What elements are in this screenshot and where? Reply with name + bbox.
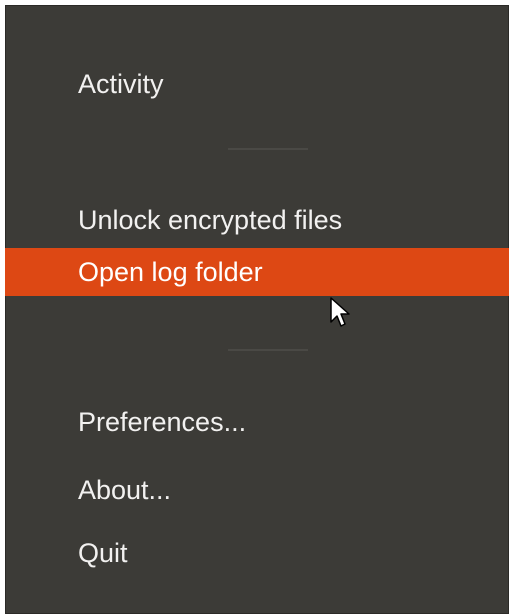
menu-item-activity[interactable]: Activity	[5, 60, 509, 108]
menu-item-label: Preferences...	[78, 406, 247, 437]
menu-item-label: Quit	[78, 537, 128, 568]
menu-separator	[228, 349, 308, 351]
menu-item-open-log-folder[interactable]: Open log folder	[5, 248, 509, 296]
menu-item-quit[interactable]: Quit	[5, 529, 509, 577]
menu-item-preferences[interactable]: Preferences...	[5, 398, 509, 446]
menu-item-label: Unlock encrypted files	[78, 204, 343, 235]
menu-item-label: Open log folder	[78, 256, 263, 287]
menu-separator	[228, 148, 308, 150]
menu-item-label: Activity	[78, 68, 164, 99]
menu-item-label: About...	[78, 474, 172, 505]
menu-item-unlock-encrypted-files[interactable]: Unlock encrypted files	[5, 196, 509, 244]
menu-item-about[interactable]: About...	[5, 466, 509, 514]
context-menu: Activity Unlock encrypted files Open log…	[5, 5, 509, 614]
